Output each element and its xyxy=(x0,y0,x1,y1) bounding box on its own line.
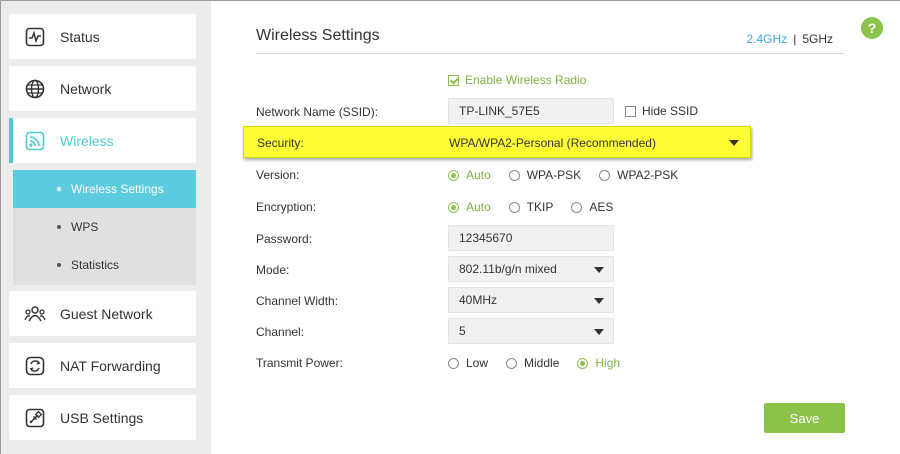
page-title: Wireless Settings xyxy=(256,27,380,44)
radio-label: Middle xyxy=(524,356,560,370)
sidebar-item-status[interactable]: Status xyxy=(9,14,196,59)
radio-label: TKIP xyxy=(526,200,554,214)
nat-icon xyxy=(24,355,46,377)
hide-ssid-label: Hide SSID xyxy=(642,104,699,118)
band-2-4ghz-link[interactable]: 2.4GHz xyxy=(747,32,788,46)
submenu-item-label: Wireless Settings xyxy=(71,182,164,196)
ssid-label: Network Name (SSID): xyxy=(256,105,379,119)
radio-checked-icon xyxy=(448,201,459,213)
bullet-icon xyxy=(57,187,61,191)
channel-width-label: Channel Width: xyxy=(256,294,339,308)
radio-label: Auto xyxy=(466,200,491,214)
checkbox-checked-icon xyxy=(448,74,459,86)
radio-label: High xyxy=(595,356,621,370)
sidebar-item-network[interactable]: Network xyxy=(9,66,196,111)
main-content: Wireless Settings 2.4GHz | 5GHz ? Enable W… xyxy=(211,1,900,454)
band-5ghz-link[interactable]: 5GHz xyxy=(802,32,833,46)
submenu-item-wireless-settings[interactable]: Wireless Settings xyxy=(13,170,196,208)
save-button[interactable]: Save xyxy=(764,403,845,433)
wireless-submenu: Wireless Settings WPS Statistics xyxy=(13,170,196,285)
encryption-tkip-radio[interactable]: TKIP xyxy=(508,200,554,214)
transmit-power-radio-group: Low Middle High xyxy=(448,356,638,370)
sidebar-item-usb-settings[interactable]: USB Settings xyxy=(9,395,196,440)
encryption-aes-radio[interactable]: AES xyxy=(571,200,613,214)
chevron-down-icon xyxy=(594,329,604,335)
transmit-power-label: Transmit Power: xyxy=(256,356,343,370)
channel-label: Channel: xyxy=(256,325,305,339)
sidebar-item-label: NAT Forwarding xyxy=(60,357,161,374)
radio-icon xyxy=(506,357,518,369)
channel-select[interactable]: 5 xyxy=(448,318,614,344)
chevron-down-icon xyxy=(594,298,604,304)
usb-icon xyxy=(24,407,46,429)
submenu-item-wps[interactable]: WPS xyxy=(13,208,196,246)
version-wpa2-psk-radio[interactable]: WPA2-PSK xyxy=(599,168,678,182)
radio-label: WPA2-PSK xyxy=(617,168,679,182)
security-select[interactable]: WPA/WPA2-Personal (Recommended) xyxy=(449,136,656,150)
encryption-auto-radio[interactable]: Auto xyxy=(448,200,491,214)
version-label: Version: xyxy=(256,168,300,182)
radio-label: Low xyxy=(466,356,489,370)
encryption-label: Encryption: xyxy=(256,200,317,214)
security-label: Security: xyxy=(257,136,304,150)
enable-wireless-checkbox[interactable]: Enable Wireless Radio xyxy=(448,73,586,87)
guest-icon xyxy=(24,303,46,325)
radio-checked-icon xyxy=(448,169,459,181)
sidebar-item-guest-network[interactable]: Guest Network xyxy=(9,291,196,336)
checkbox-icon xyxy=(625,105,636,117)
band-switch: 2.4GHz | 5GHz xyxy=(747,32,834,46)
version-auto-radio[interactable]: Auto xyxy=(448,168,491,182)
submenu-item-label: Statistics xyxy=(71,258,120,272)
channel-width-select[interactable]: 40MHz xyxy=(448,287,614,313)
radio-icon xyxy=(571,201,583,213)
sidebar-item-label: USB Settings xyxy=(60,409,144,426)
title-divider xyxy=(256,53,844,54)
power-high-radio[interactable]: High xyxy=(577,356,620,370)
channel-value: 5 xyxy=(459,324,466,338)
bullet-icon xyxy=(57,263,61,267)
radio-label: AES xyxy=(589,200,614,214)
chevron-down-icon[interactable] xyxy=(729,140,739,146)
mode-label: Mode: xyxy=(256,263,290,277)
wifi-icon xyxy=(24,130,46,152)
status-icon xyxy=(24,26,46,48)
sidebar-item-wireless[interactable]: Wireless xyxy=(9,118,196,163)
submenu-item-label: WPS xyxy=(71,220,99,234)
radio-icon xyxy=(448,357,459,369)
sidebar-item-label: Wireless xyxy=(60,132,114,149)
radio-checked-icon xyxy=(577,357,589,369)
band-separator: | xyxy=(793,32,797,46)
radio-icon xyxy=(508,169,520,181)
channel-width-value: 40MHz xyxy=(459,293,498,307)
sidebar-item-label: Network xyxy=(60,80,112,97)
globe-icon xyxy=(24,78,46,100)
password-label: Password: xyxy=(256,232,313,246)
radio-label: Auto xyxy=(466,168,491,182)
encryption-radio-group: Auto TKIP AES xyxy=(448,200,631,214)
power-low-radio[interactable]: Low xyxy=(448,356,488,370)
submenu-item-statistics[interactable]: Statistics xyxy=(13,246,196,284)
bullet-icon xyxy=(57,225,61,229)
radio-icon xyxy=(508,201,520,213)
enable-wireless-label: Enable Wireless Radio xyxy=(465,73,587,87)
security-row-highlight: Security: WPA/WPA2-Personal (Recommended… xyxy=(243,126,751,158)
radio-label: WPA-PSK xyxy=(526,168,582,182)
help-button[interactable]: ? xyxy=(861,17,883,39)
version-radio-group: Auto WPA-PSK WPA2-PSK xyxy=(448,168,696,182)
hide-ssid-checkbox[interactable]: Hide SSID xyxy=(625,104,698,118)
password-input[interactable]: 12345670 xyxy=(448,225,614,251)
mode-value: 802.11b/g/n mixed xyxy=(459,262,557,276)
sidebar-item-label: Guest Network xyxy=(60,305,153,322)
mode-select[interactable]: 802.11b/g/n mixed xyxy=(448,256,614,282)
power-middle-radio[interactable]: Middle xyxy=(506,356,559,370)
version-wpa-psk-radio[interactable]: WPA-PSK xyxy=(508,168,582,182)
sidebar: Status Network Wireless Wireless Setting… xyxy=(1,1,211,454)
chevron-down-icon xyxy=(594,267,604,273)
ssid-input[interactable]: TP-LINK_57E5 xyxy=(448,98,614,124)
sidebar-item-nat-forwarding[interactable]: NAT Forwarding xyxy=(9,343,196,388)
radio-icon xyxy=(599,169,611,181)
sidebar-item-label: Status xyxy=(60,28,100,45)
